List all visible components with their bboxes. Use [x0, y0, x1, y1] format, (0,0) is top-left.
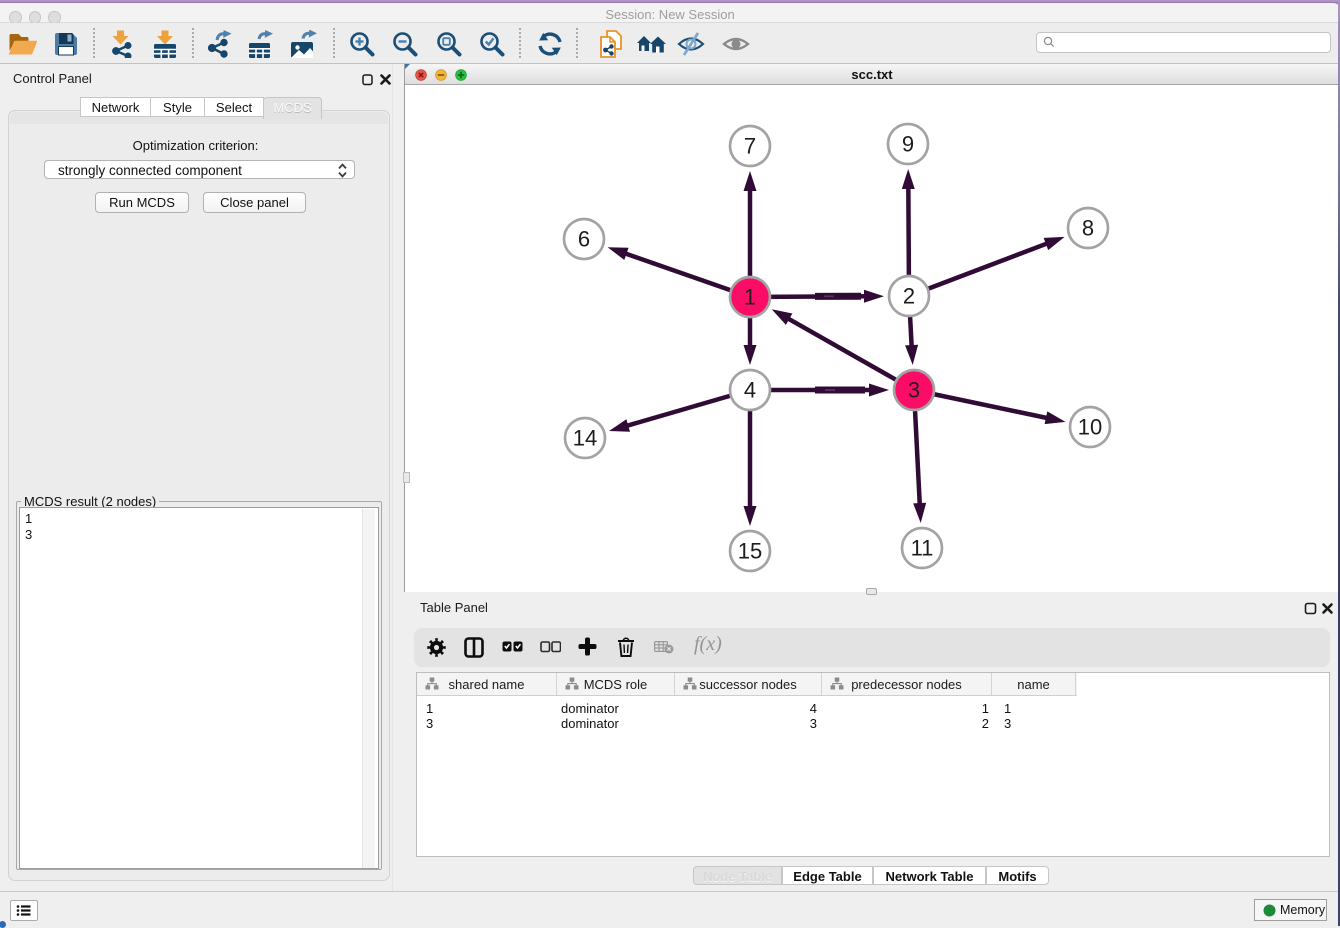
svg-text:2: 2	[903, 284, 915, 309]
svg-text:10: 10	[1078, 415, 1102, 440]
svg-text:7: 7	[744, 134, 756, 159]
svg-text:11: 11	[911, 536, 934, 561]
svg-text:6: 6	[578, 227, 590, 252]
svg-text:14: 14	[573, 426, 597, 451]
svg-text:3: 3	[908, 378, 920, 403]
svg-text:8: 8	[1082, 216, 1094, 241]
svg-text:1: 1	[744, 285, 756, 310]
svg-text:9: 9	[902, 132, 914, 157]
svg-text:4: 4	[744, 378, 756, 403]
svg-text:15: 15	[738, 539, 762, 564]
